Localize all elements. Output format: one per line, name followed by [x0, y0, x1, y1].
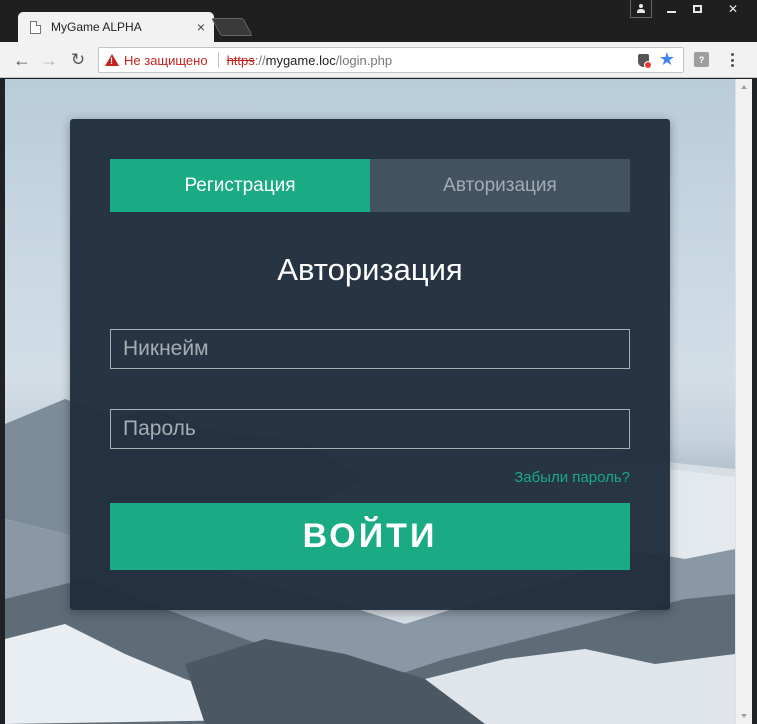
- extension-icon[interactable]: ?: [694, 52, 709, 67]
- tab-title: MyGame ALPHA: [51, 20, 142, 34]
- auth-tabs: Регистрация Авторизация: [110, 159, 630, 212]
- login-button[interactable]: ВОЙТИ: [110, 503, 630, 570]
- forward-button[interactable]: →: [37, 48, 61, 72]
- url-separator: ://: [254, 52, 266, 68]
- close-tab-icon[interactable]: ×: [197, 20, 205, 34]
- blocked-content-icon[interactable]: [638, 54, 652, 69]
- forgot-password-link[interactable]: Забыли пароль?: [514, 469, 630, 486]
- tab-registration[interactable]: Регистрация: [110, 159, 370, 212]
- warning-icon: !: [105, 54, 119, 66]
- url-host: mygame.loc: [265, 52, 336, 68]
- security-status[interactable]: Не защищено: [124, 53, 208, 68]
- reload-button[interactable]: ↻: [66, 48, 90, 72]
- window-frame-right: [752, 79, 757, 724]
- browser-toolbar: ← → ↻ ! Не защищено https :// mygame.loc…: [0, 42, 757, 78]
- page-viewport: Регистрация Авторизация Авторизация Забы…: [5, 79, 735, 724]
- new-tab-button[interactable]: [211, 18, 253, 36]
- minimize-button[interactable]: [658, 0, 684, 18]
- bookmark-star-icon[interactable]: ★: [659, 50, 675, 68]
- form-heading: Авторизация: [277, 252, 463, 287]
- address-bar[interactable]: ! Не защищено https :// mygame.loc /logi…: [98, 47, 684, 73]
- auth-card: Регистрация Авторизация Авторизация Забы…: [70, 119, 670, 610]
- back-button[interactable]: ←: [10, 48, 34, 72]
- scroll-down-arrow-icon[interactable]: [741, 714, 747, 718]
- vertical-scrollbar[interactable]: [735, 79, 752, 724]
- profile-button[interactable]: [630, 0, 652, 18]
- close-icon: ✕: [727, 2, 739, 16]
- url-path: /login.php: [335, 52, 393, 68]
- nickname-input[interactable]: [110, 329, 630, 369]
- user-icon: [637, 4, 645, 13]
- scroll-up-arrow-icon[interactable]: [741, 85, 747, 89]
- close-window-button[interactable]: ✕: [710, 0, 756, 18]
- maximize-icon: [692, 5, 702, 13]
- tab-authorization[interactable]: Авторизация: [370, 159, 630, 212]
- browser-tab[interactable]: MyGame ALPHA ×: [18, 12, 214, 42]
- address-divider: [217, 52, 219, 68]
- title-bar: MyGame ALPHA × ✕: [0, 0, 757, 42]
- maximize-button[interactable]: [684, 0, 710, 18]
- password-input[interactable]: [110, 409, 630, 449]
- minimize-icon: [666, 11, 676, 13]
- browser-menu-icon[interactable]: [724, 50, 740, 70]
- url-scheme: https: [226, 52, 255, 68]
- page-icon: [30, 20, 41, 34]
